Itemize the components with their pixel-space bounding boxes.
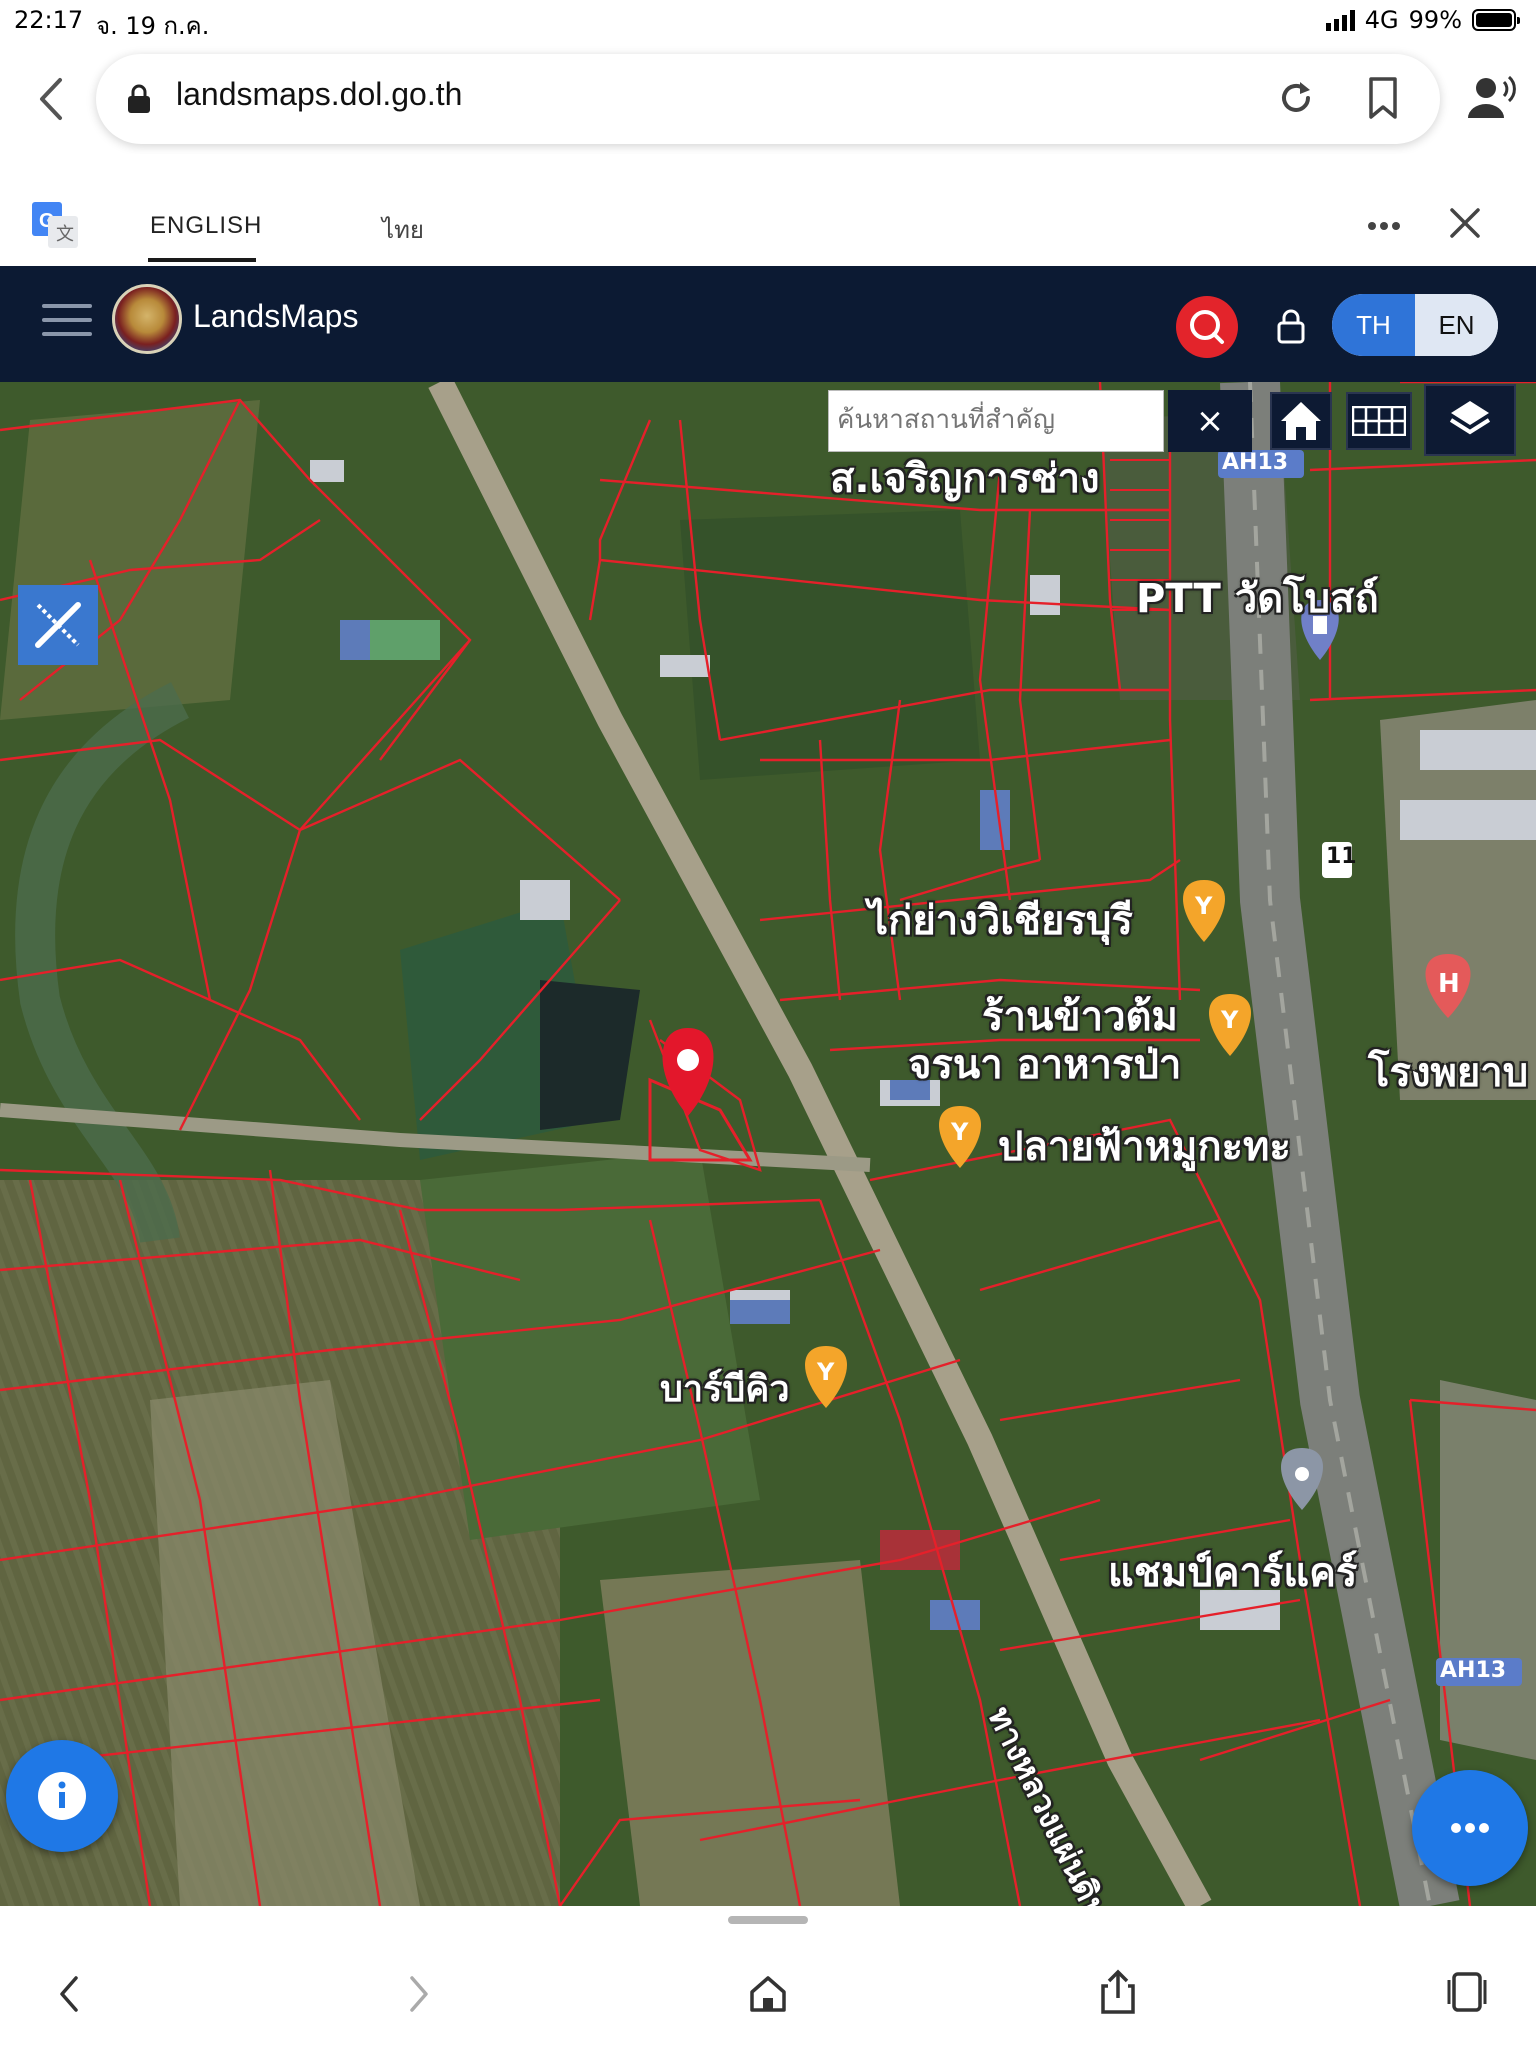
clear-search-button[interactable]: × <box>1168 390 1252 452</box>
label-ah13-top: AH13 <box>1222 450 1289 475</box>
status-right: 4G 99% <box>1325 6 1520 34</box>
home-button[interactable] <box>1270 392 1332 450</box>
dol-logo <box>112 284 182 354</box>
lock-icon <box>128 84 150 113</box>
svg-text:文: 文 <box>56 224 74 245</box>
nav-forward-icon[interactable] <box>404 1974 434 2014</box>
battery-icon <box>1472 9 1520 31</box>
label-hospital: โรงพยาบ <box>1368 1050 1529 1096</box>
label-kaiyang: ไก่ย่างวิเชียรบุรี <box>868 898 1133 944</box>
tabs-icon[interactable] <box>1446 1970 1488 2014</box>
label-ah13-bottom: AH13 <box>1440 1658 1507 1683</box>
place-search-field[interactable] <box>828 390 1165 452</box>
info-icon <box>38 1772 86 1820</box>
layers-button[interactable] <box>1424 384 1516 456</box>
search-icon <box>1190 310 1224 344</box>
home-icon <box>1281 402 1321 440</box>
battery-fill <box>1476 13 1512 27</box>
back-chevron-icon[interactable] <box>32 74 72 124</box>
translate-bar: G文 ENGLISH ไทย <box>0 154 1536 266</box>
close-icon[interactable] <box>1448 206 1482 240</box>
label-champcarcare: แชมป์คาร์แคร์ <box>1108 1550 1358 1596</box>
label-jonna: จรนา อาหารป่า <box>908 1042 1182 1088</box>
lang-th-button[interactable]: TH <box>1332 294 1415 356</box>
grid-button[interactable] <box>1346 392 1412 450</box>
battery-percent: 99% <box>1408 6 1462 34</box>
svg-text:H: H <box>1438 969 1460 999</box>
label-route-11: 11 <box>1326 844 1357 869</box>
more-options-icon[interactable] <box>1366 220 1402 232</box>
language-toggle: TH EN <box>1332 294 1498 356</box>
layers-icon <box>1449 401 1491 435</box>
nav-back-icon[interactable] <box>54 1974 84 2014</box>
status-date: จ. 19 ก.ค. <box>96 12 210 40</box>
home-icon[interactable] <box>748 1974 788 2014</box>
google-translate-icon[interactable]: G文 <box>30 200 80 250</box>
share-icon[interactable] <box>1098 1968 1138 2016</box>
address-field[interactable]: landsmaps.dol.go.th <box>96 54 1440 144</box>
map-view[interactable]: Y Y Y Y H ส.เจริญการช่าง PTT วัดโบสถ์ AH… <box>0 382 1536 1906</box>
label-sorjarunkarnchang: ส.เจริญการช่าง <box>830 456 1100 502</box>
search-button[interactable] <box>1176 296 1238 358</box>
grid-icon <box>1352 406 1406 436</box>
bookmark-icon[interactable] <box>1366 76 1400 120</box>
reload-icon[interactable] <box>1276 78 1316 118</box>
app-header: LandsMaps TH EN <box>0 266 1536 382</box>
status-time: 22:17 <box>14 6 84 34</box>
place-search-input[interactable] <box>829 391 1165 449</box>
svg-text:Y: Y <box>950 1118 969 1146</box>
label-ptt: PTT วัดโบสถ์ <box>1136 576 1379 622</box>
ruler-pencil-icon <box>35 602 81 648</box>
app-title: LandsMaps <box>193 298 359 334</box>
tab-thai[interactable]: ไทย <box>382 210 424 249</box>
url-text: landsmaps.dol.go.th <box>176 76 463 112</box>
svg-text:Y: Y <box>1220 1006 1239 1034</box>
svg-text:Y: Y <box>816 1358 835 1386</box>
signal-icon <box>1325 9 1355 31</box>
menu-icon[interactable] <box>42 304 92 344</box>
lock-icon[interactable] <box>1276 308 1306 344</box>
status-bar: 22:17 จ. 19 ก.ค. 4G 99% <box>0 0 1536 44</box>
svg-text:Y: Y <box>1194 892 1213 920</box>
tab-english[interactable]: ENGLISH <box>150 212 262 240</box>
draw-tool-button[interactable] <box>18 585 98 665</box>
voice-assistant-icon[interactable] <box>1466 74 1516 122</box>
info-button[interactable] <box>6 1740 118 1852</box>
more-actions-button[interactable] <box>1412 1770 1528 1886</box>
drag-handle[interactable] <box>728 1916 808 1924</box>
lang-en-button[interactable]: EN <box>1415 294 1498 356</box>
more-dots-icon <box>1451 1823 1489 1833</box>
tab-active-indicator <box>148 258 256 262</box>
label-barbecue: บาร์บีคิว <box>660 1369 790 1410</box>
browser-toolbar <box>0 1906 1536 2048</box>
network-type: 4G <box>1364 6 1399 34</box>
label-plaifa: ปลายฟ้าหมูกะทะ <box>998 1124 1291 1170</box>
browser-url-bar: landsmaps.dol.go.th <box>0 44 1536 154</box>
